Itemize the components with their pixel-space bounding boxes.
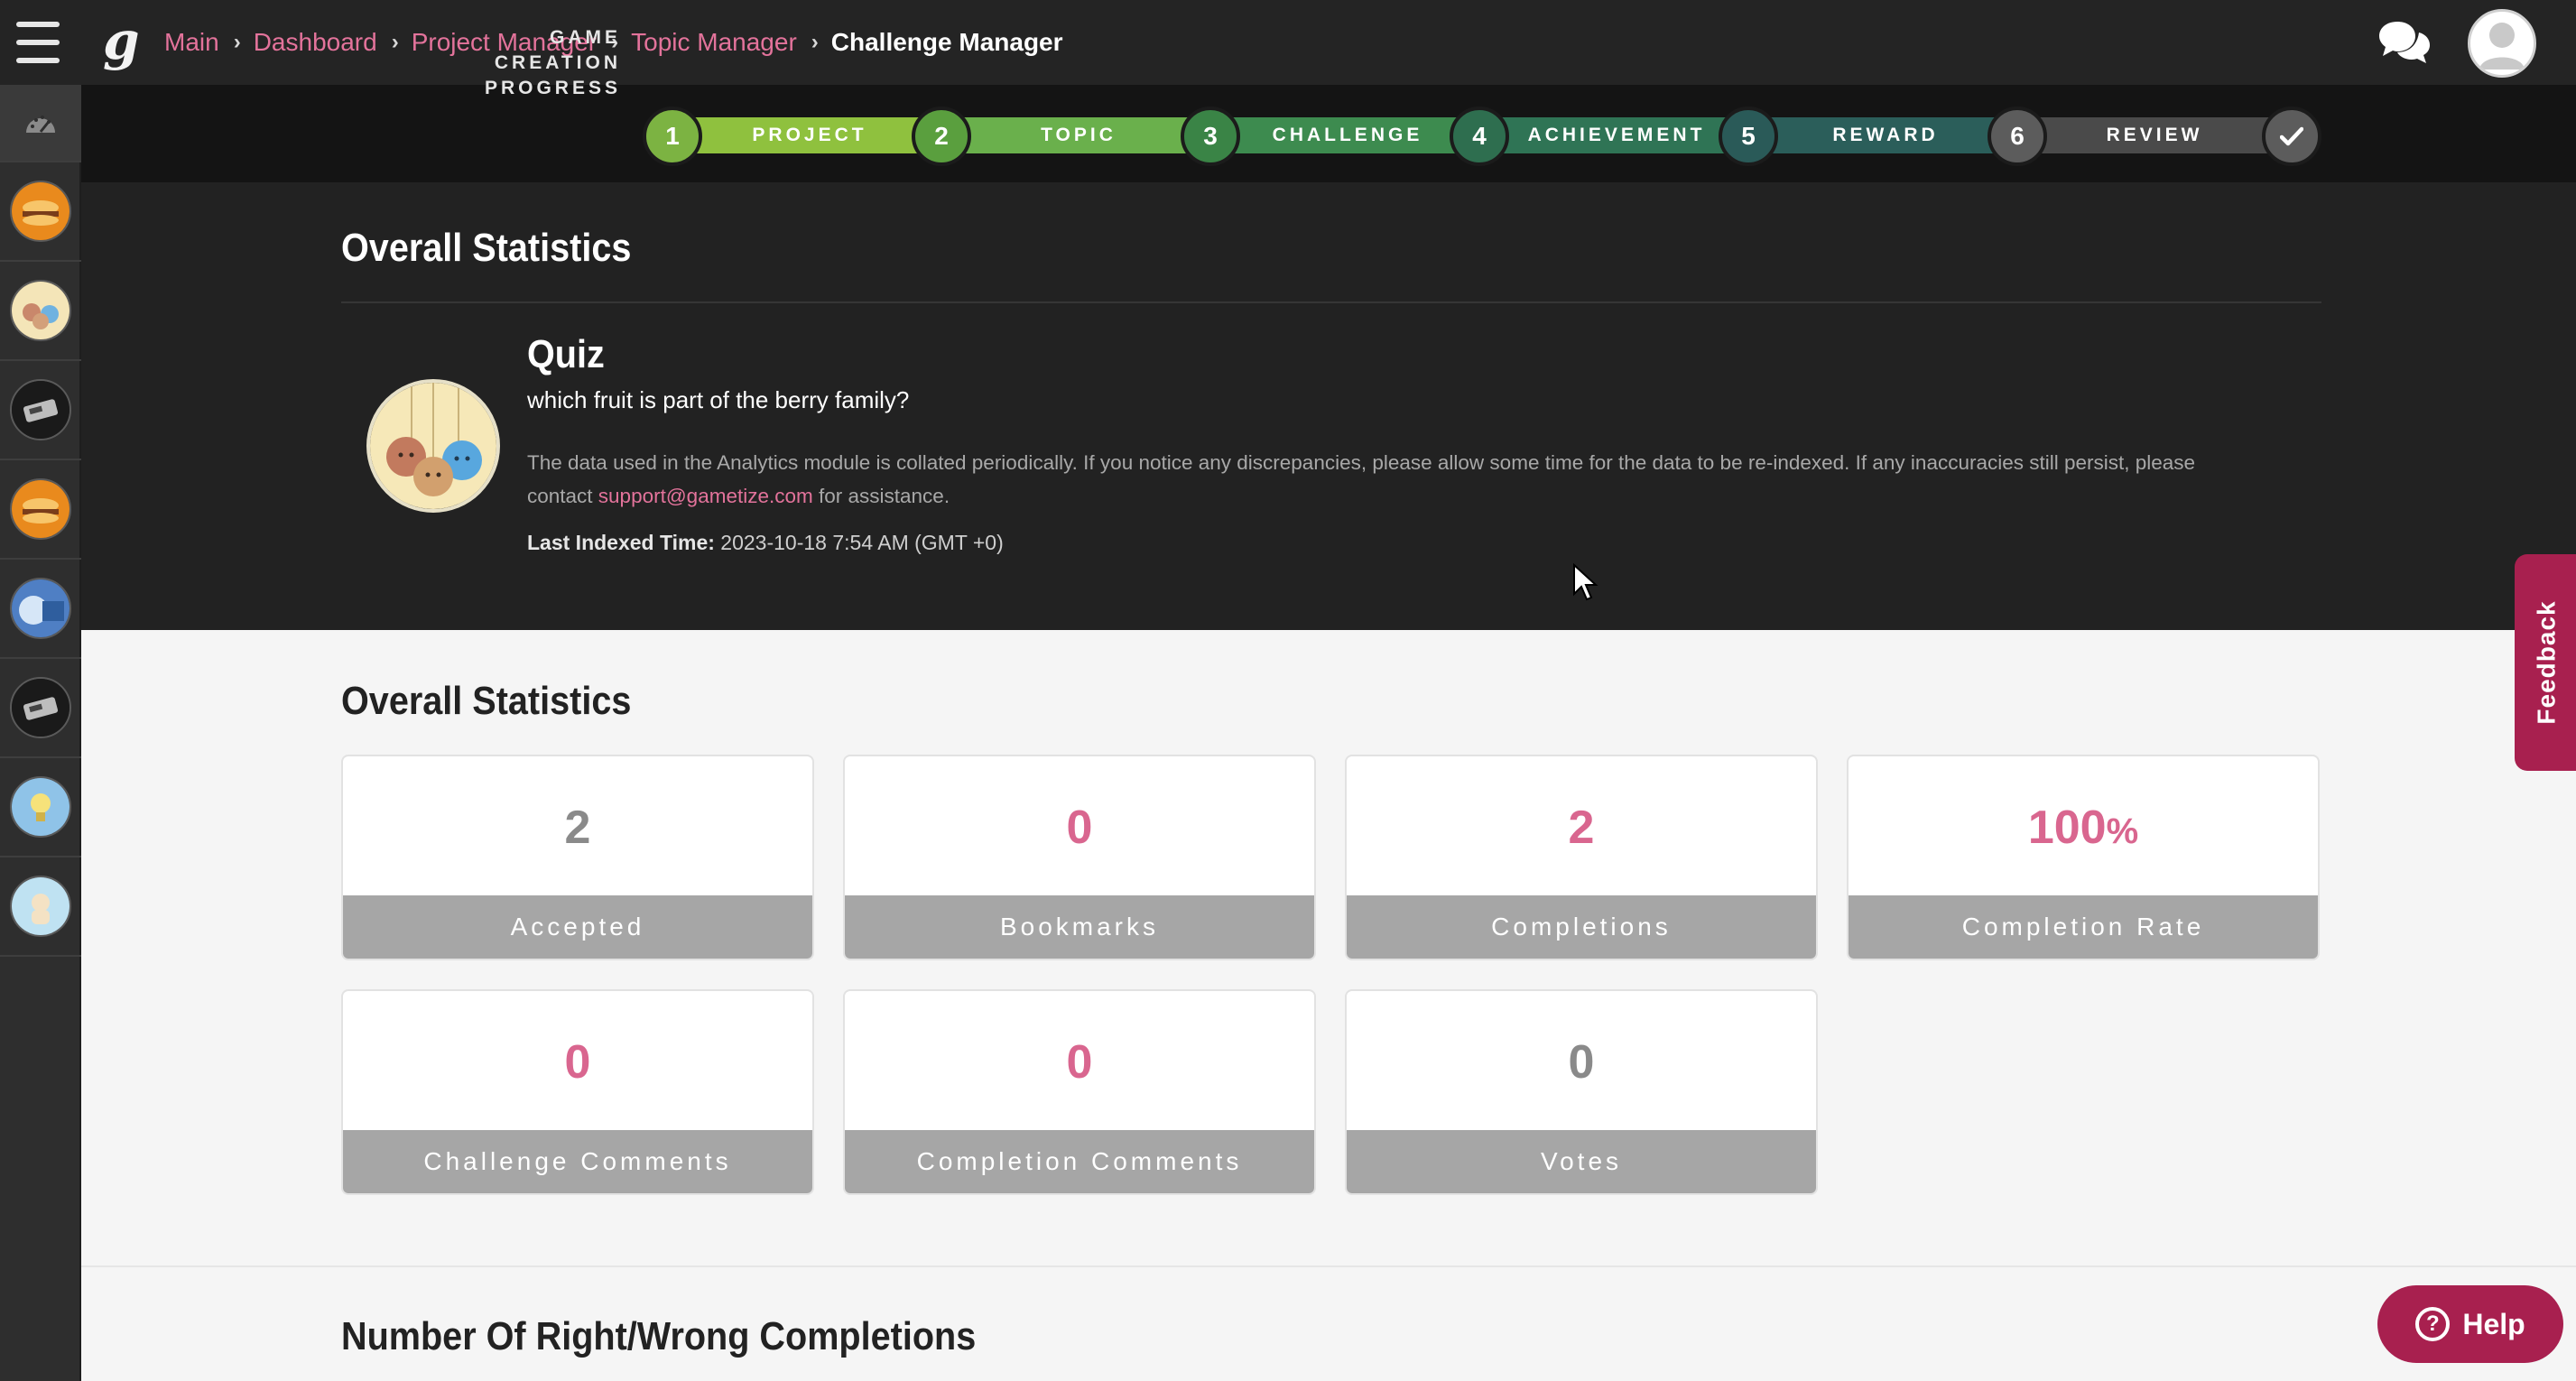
page-title: Overall Statistics [341,226,632,270]
progress-step-project[interactable]: PROJECT [677,117,942,153]
sidebar-project-2[interactable] [0,262,81,361]
feedback-tab[interactable]: Feedback [2515,554,2576,771]
stats-title: Overall Statistics [341,679,632,723]
stat-value: 0 [1066,1036,1093,1089]
mouse-cursor-icon [1573,563,1598,601]
sidebar-project-7[interactable] [0,758,81,857]
last-indexed-time: Last Indexed Time: 2023-10-18 7:54 AM (G… [527,531,1004,554]
stat-unit: % [2106,811,2139,851]
analytics-notice: The data used in the Analytics module is… [527,451,2196,507]
app-logo[interactable]: g [103,9,140,72]
sidebar-project-3[interactable] [0,361,81,460]
stat-label: Challenge Comments [343,1130,812,1193]
stat-value: 100% [2027,802,2139,854]
breadcrumb-topic-manager[interactable]: Topic Manager [631,28,797,57]
stat-value: 2 [564,802,591,854]
progress-step-reward[interactable]: REWARD [1753,117,2018,153]
help-button[interactable]: ? Help [2377,1285,2563,1363]
divider [341,301,2321,303]
project-avatar [10,876,71,937]
project-avatar [10,776,71,838]
stat-label: Completion Comments [845,1130,1314,1193]
progress-step-number[interactable]: 1 [643,107,702,166]
stat-card: 0 Votes [1345,989,1818,1195]
stat-card: 0 Completion Comments [843,989,1316,1195]
progress-step-achievement[interactable]: ACHIEVEMENT [1484,117,1749,153]
checkmark-icon[interactable] [2262,107,2321,166]
top-bar: g Main › Dashboard › Project Manager › T… [0,0,2576,85]
sidebar [0,85,81,1381]
sidebar-project-8[interactable] [0,857,81,957]
sidebar-project-4[interactable] [0,460,81,560]
stat-card: 100% Completion Rate [1847,755,2320,960]
project-avatar [10,181,71,242]
menu-icon[interactable] [16,22,60,63]
chevron-right-icon: › [811,30,819,54]
progress-label: GAME CREATION PROGRESS [484,27,621,98]
project-avatar [10,280,71,341]
dashboard-icon [26,116,55,133]
challenge-image [366,379,500,513]
stat-label: Votes [1347,1130,1816,1193]
progress-step-number[interactable]: 4 [1450,107,1509,166]
stat-card: 2 Accepted [341,755,814,960]
question-icon: ? [2415,1307,2451,1341]
stat-value: 0 [1066,802,1093,854]
project-avatar [10,578,71,639]
project-avatar [10,379,71,440]
challenge-type: Quiz [527,332,605,376]
stat-value: 0 [564,1036,591,1089]
stat-label: Completion Rate [1849,895,2318,959]
progress-step-number[interactable]: 2 [912,107,971,166]
stat-label: Accepted [343,895,812,959]
sidebar-project-6[interactable] [0,659,81,758]
stat-label: Completions [1347,895,1816,959]
breadcrumb-main[interactable]: Main [164,28,219,57]
project-avatar [10,478,71,540]
sidebar-project-1[interactable] [0,162,81,262]
breadcrumb-dashboard[interactable]: Dashboard [254,28,377,57]
chevron-right-icon: › [391,30,399,54]
breadcrumb-current: Challenge Manager [830,28,1063,56]
stat-label: Bookmarks [845,895,1314,959]
progress-step-number[interactable]: 6 [1988,107,2047,166]
progress-step-number[interactable]: 5 [1719,107,1778,166]
project-avatar [10,677,71,738]
sidebar-project-5[interactable] [0,560,81,659]
progress-step-topic[interactable]: TOPIC [946,117,1211,153]
stat-value: 2 [1568,802,1595,854]
chevron-right-icon: › [233,30,241,54]
progress-step-review[interactable]: REVIEW [2022,117,2287,153]
chat-icon[interactable] [2377,18,2432,67]
challenge-question: which fruit is part of the berry family? [527,386,910,413]
stat-card: 0 Bookmarks [843,755,1316,960]
stat-value: 0 [1568,1036,1595,1089]
divider [81,1265,2576,1267]
stat-card: 2 Completions [1345,755,1818,960]
stat-card: 0 Challenge Comments [341,989,814,1195]
user-avatar[interactable] [2468,9,2536,78]
progress-step-number[interactable]: 3 [1181,107,1240,166]
sidebar-item-dashboard[interactable] [0,85,81,162]
right-wrong-title: Number Of Right/Wrong Completions [341,1314,977,1358]
progress-step-challenge[interactable]: CHALLENGE [1215,117,1480,153]
support-email-link[interactable]: support@gametize.com [598,485,813,507]
